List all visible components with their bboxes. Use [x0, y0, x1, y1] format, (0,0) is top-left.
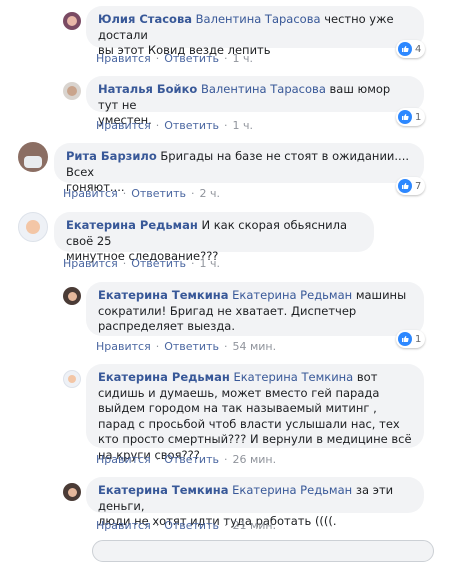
comment-bubble: Екатерина Темкина Екатерина Редьман маши… — [86, 282, 424, 336]
reaction-count-value: 7 — [415, 180, 422, 192]
reply-link[interactable]: Ответить — [131, 257, 186, 270]
like-link[interactable]: Нравится — [63, 257, 118, 270]
like-link[interactable]: Нравится — [96, 519, 151, 532]
comment-author[interactable]: Екатерина Редьман — [98, 370, 230, 384]
comment-mention[interactable]: Валентина Тарасова — [201, 82, 326, 96]
thumbs-up-icon — [398, 110, 412, 124]
comment-actions: Нравится · Ответить · 1 ч. — [96, 119, 253, 132]
reaction-count-value: 1 — [415, 333, 422, 345]
comment-time[interactable]: 54 мин. — [232, 340, 276, 353]
reaction-count[interactable]: 1 — [396, 330, 426, 348]
reply-link[interactable]: Ответить — [164, 519, 219, 532]
reply-link[interactable]: Ответить — [164, 453, 219, 466]
comment-mention[interactable]: Екатерина Темкина — [233, 370, 353, 384]
comment-bubble: Юлия Стасова Валентина Тарасова честно у… — [86, 6, 424, 57]
comment-author[interactable]: Екатерина Темкина — [98, 288, 229, 302]
comment-time[interactable]: 26 мин. — [232, 453, 276, 466]
comment-time[interactable]: 1 ч. — [199, 257, 220, 270]
comment-text-continued: сократили! Бригад не хватает. Диспетчер … — [98, 303, 357, 334]
comment-bubble: Екатерина Редьман И как скорая обьяснила… — [54, 212, 374, 263]
avatar[interactable] — [63, 370, 81, 388]
comment-text: машины — [355, 288, 407, 302]
like-link[interactable]: Нравится — [96, 52, 151, 65]
comment-actions: Нравится · Ответить · 1 ч. — [96, 52, 253, 65]
like-link[interactable]: Нравится — [63, 187, 118, 200]
reaction-count-value: 4 — [415, 43, 422, 55]
thumbs-up-icon — [398, 42, 412, 56]
reaction-count[interactable]: 7 — [396, 177, 426, 195]
comment-bubble: Екатерина Редьман Екатерина Темкина вот … — [86, 364, 424, 462]
reply-link[interactable]: Ответить — [164, 52, 219, 65]
comment-author[interactable]: Наталья Бойко — [98, 82, 197, 96]
avatar[interactable] — [63, 82, 81, 100]
thumbs-up-icon — [398, 332, 412, 346]
comment-time[interactable]: 1 ч. — [232, 52, 253, 65]
comment-actions: Нравится · Ответить · 2 ч. — [63, 187, 220, 200]
avatar[interactable] — [63, 483, 81, 501]
reply-link[interactable]: Ответить — [164, 119, 219, 132]
comment-mention[interactable]: Екатерина Редьман — [232, 483, 352, 497]
comment-author[interactable]: Юлия Стасова — [98, 12, 192, 26]
reaction-count-value: 1 — [415, 111, 422, 123]
avatar[interactable] — [18, 212, 48, 242]
avatar[interactable] — [18, 142, 48, 172]
comment-actions: Нравится · Ответить · 21 мин. — [96, 519, 277, 532]
reaction-count[interactable]: 4 — [396, 40, 426, 58]
comment-time[interactable]: 1 ч. — [232, 119, 253, 132]
thumbs-up-icon — [398, 179, 412, 193]
comment-mention[interactable]: Екатерина Редьман — [232, 288, 352, 302]
like-link[interactable]: Нравится — [96, 340, 151, 353]
comment-author[interactable]: Екатерина Темкина — [98, 483, 229, 497]
reply-link[interactable]: Ответить — [164, 340, 219, 353]
avatar[interactable] — [63, 12, 81, 30]
avatar[interactable] — [63, 287, 81, 305]
reply-link[interactable]: Ответить — [131, 187, 186, 200]
comment-actions: Нравится · Ответить · 1 ч. — [63, 257, 220, 270]
like-link[interactable]: Нравится — [96, 453, 151, 466]
comment-author[interactable]: Екатерина Редьман — [66, 218, 198, 232]
comment-actions: Нравится · Ответить · 54 мин. — [96, 340, 277, 353]
reaction-count[interactable]: 1 — [396, 108, 426, 126]
reply-input[interactable] — [92, 540, 434, 562]
comment-bubble: Екатерина Темкина Екатерина Редьман за э… — [86, 477, 424, 528]
comment-author[interactable]: Рита Барзило — [66, 149, 157, 163]
comment-time[interactable]: 21 мин. — [232, 519, 276, 532]
comment-actions: Нравится · Ответить · 26 мин. — [96, 453, 277, 466]
like-link[interactable]: Нравится — [96, 119, 151, 132]
comment-mention[interactable]: Валентина Тарасова — [196, 12, 321, 26]
comment-bubble: Наталья Бойко Валентина Тарасова ваш юмо… — [86, 76, 424, 127]
comment-bubble: Рита Барзило Бригады на базе не стоят в … — [54, 143, 424, 194]
comment-time[interactable]: 2 ч. — [199, 187, 220, 200]
